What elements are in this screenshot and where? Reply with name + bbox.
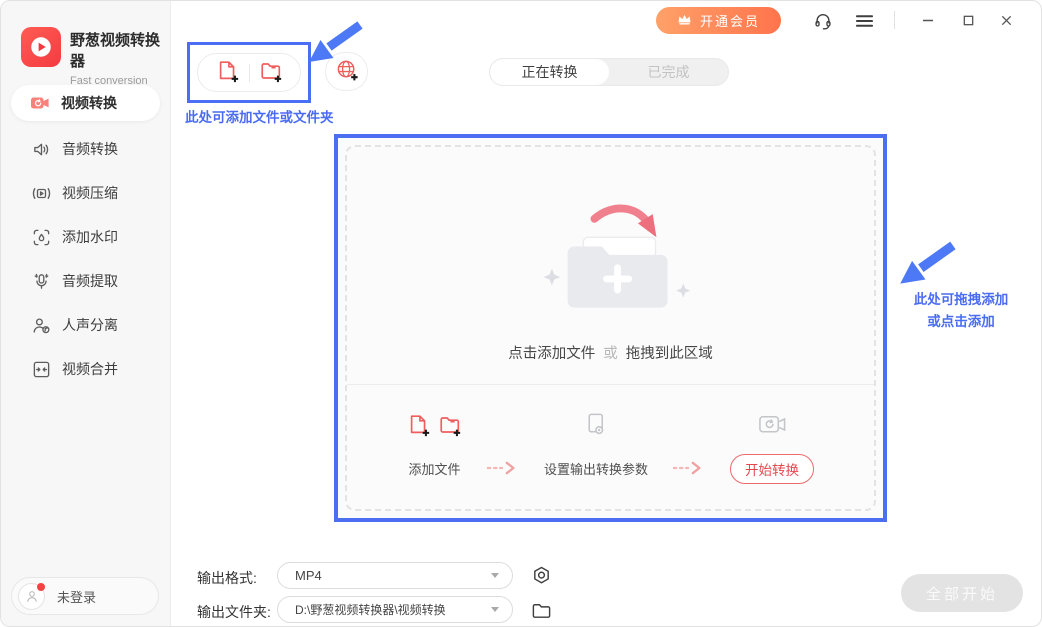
menu-icon[interactable] [851,10,877,32]
minimize-button[interactable] [913,7,943,33]
avatar [18,583,45,610]
sidebar-item-label: 人声分离 [62,315,118,335]
sidebar-item-add-watermark[interactable]: 添加水印 [1,215,170,259]
settings-file-icon [582,411,609,443]
output-format-select[interactable]: MP4 [277,562,513,589]
maximize-button[interactable] [953,7,983,33]
add-files-hint-text: 此处可添加文件或文件夹 [185,106,334,126]
drag-hint-line1: 此处可拖拽添加 [886,289,1036,311]
dropzone-hint-drag: 拖拽到此区域 [626,346,713,362]
add-files-highlight-box [187,42,311,103]
chevron-down-icon [491,573,499,578]
add-buttons-group [197,53,301,92]
dropzone-hint-or: 或 [603,346,618,362]
add-file-button[interactable] [216,59,240,86]
add-folder-icon [259,59,283,86]
add-folder-button[interactable] [259,59,283,86]
titlebar-divider [894,11,895,29]
crown-icon [677,13,692,28]
app-window: 野葱视频转换器 Fast conversion 视频转换 音频转换 [0,0,1042,627]
sidebar-item-label: 添加水印 [62,227,118,247]
conversion-tabs: 正在转换 已完成 [489,58,729,86]
video-merge-icon [31,359,51,379]
video-compress-icon [31,183,51,203]
format-settings-button[interactable] [529,563,553,587]
output-format-value: MP4 [295,568,322,583]
video-convert-icon [30,93,50,113]
sidebar-item-audio-extract[interactable]: 音频提取 [1,259,170,303]
tab-converting[interactable]: 正在转换 [490,59,609,85]
output-format-label: 输出格式: [197,568,257,588]
vip-upgrade-button[interactable]: 开通会员 [656,7,781,34]
sidebar-item-label: 音频转换 [62,139,118,159]
login-label: 未登录 [57,587,96,606]
audio-convert-icon [31,139,51,159]
sidebar-item-label: 音频提取 [62,271,118,291]
output-folder-select[interactable]: D:\野葱视频转换器\视频转换 [277,596,513,623]
chevron-down-icon [491,607,499,612]
sidebar-item-voice-separate[interactable]: 人声分离 [1,303,170,347]
sidebar-item-video-compress[interactable]: 视频压缩 [1,171,170,215]
add-folder-icon [438,413,462,442]
watermark-icon [31,227,51,247]
step-set-params[interactable]: 设置输出转换参数 [544,408,648,478]
output-folder-label: 输出文件夹: [197,602,271,622]
annotation-arrow-icon [303,19,363,70]
app-brand: 野葱视频转换器 Fast conversion [21,27,170,87]
folder-illustration-icon [526,198,711,338]
sidebar-item-video-convert[interactable]: 视频转换 [11,85,160,121]
sidebar-item-video-merge[interactable]: 视频合并 [1,347,170,391]
sidebar-item-audio-convert[interactable]: 音频转换 [1,127,170,171]
flow-arrow-icon [672,460,706,481]
dropzone-hint: 点击添加文件 或 拖拽到此区域 [338,342,883,363]
annotation-arrow-icon [894,239,956,292]
audio-extract-icon [31,271,51,291]
step-set-params-label: 设置输出转换参数 [544,458,648,478]
sidebar-item-label: 视频压缩 [62,183,118,203]
open-folder-button[interactable] [529,598,553,622]
file-dropzone[interactable]: 点击添加文件 或 拖拽到此区域 添加文件 [334,134,887,522]
sidebar-nav: 视频转换 音频转换 视频压缩 添加水印 [1,85,170,391]
tab-completed[interactable]: 已完成 [609,59,728,85]
toolbar-separator [249,64,250,82]
drag-hint-text: 此处可拖拽添加 或点击添加 [886,289,1036,333]
step-add-files-label: 添加文件 [408,458,460,478]
support-headset-icon[interactable] [810,10,836,32]
flow-arrow-icon [486,460,520,481]
add-file-icon [407,413,431,442]
step-start-convert: 开始转换 [730,408,814,484]
sidebar-item-label: 视频合并 [62,359,118,379]
start-convert-button[interactable]: 开始转换 [730,454,814,484]
dropzone-hint-click: 点击添加文件 [508,346,595,362]
output-folder-value: D:\野葱视频转换器\视频转换 [295,601,446,618]
sidebar: 野葱视频转换器 Fast conversion 视频转换 音频转换 [1,1,171,626]
app-logo-icon [21,27,61,67]
voice-separate-icon [31,315,51,335]
login-button[interactable]: 未登录 [11,577,159,615]
vip-upgrade-label: 开通会员 [700,11,760,30]
convert-camera-icon [758,413,787,442]
workflow-steps: 添加文件 设置输出转换参数 [338,384,883,518]
add-file-icon [216,59,240,86]
start-all-button[interactable]: 全部开始 [901,574,1023,612]
step-add-files[interactable]: 添加文件 [407,408,462,478]
app-title: 野葱视频转换器 [70,29,170,71]
notification-dot-icon [37,583,45,591]
sidebar-item-label: 视频转换 [61,93,117,113]
drag-hint-line2: 或点击添加 [886,311,1036,333]
close-button[interactable] [991,7,1021,33]
